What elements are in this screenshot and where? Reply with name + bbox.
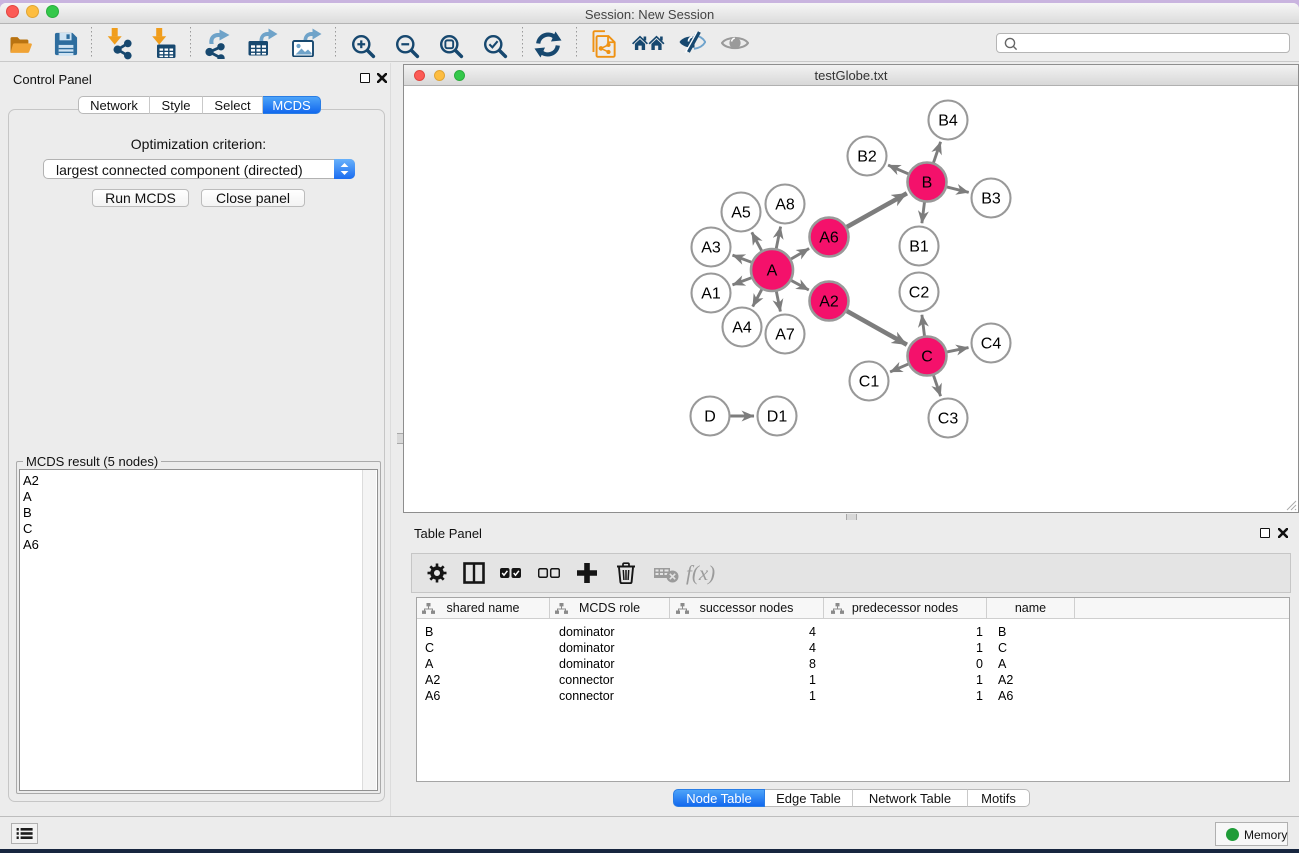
svg-text:C: C — [921, 349, 933, 366]
svg-text:B1: B1 — [909, 239, 929, 256]
svg-text:A: A — [767, 263, 778, 280]
svg-text:D1: D1 — [767, 409, 788, 426]
svg-text:C1: C1 — [859, 374, 880, 391]
svg-text:A5: A5 — [731, 205, 751, 222]
svg-text:A1: A1 — [701, 286, 721, 303]
svg-text:A3: A3 — [701, 240, 721, 257]
svg-text:C4: C4 — [981, 336, 1002, 353]
svg-text:C2: C2 — [909, 285, 930, 302]
svg-text:C3: C3 — [938, 411, 959, 428]
svg-text:A4: A4 — [732, 320, 752, 337]
svg-text:B2: B2 — [857, 149, 877, 166]
svg-text:A6: A6 — [819, 230, 839, 247]
svg-text:B4: B4 — [938, 113, 958, 130]
svg-text:A2: A2 — [819, 294, 839, 311]
svg-text:A8: A8 — [775, 197, 795, 214]
svg-text:B3: B3 — [981, 191, 1001, 208]
svg-text:B: B — [922, 175, 933, 192]
svg-text:D: D — [704, 409, 716, 426]
svg-text:A7: A7 — [775, 327, 795, 344]
